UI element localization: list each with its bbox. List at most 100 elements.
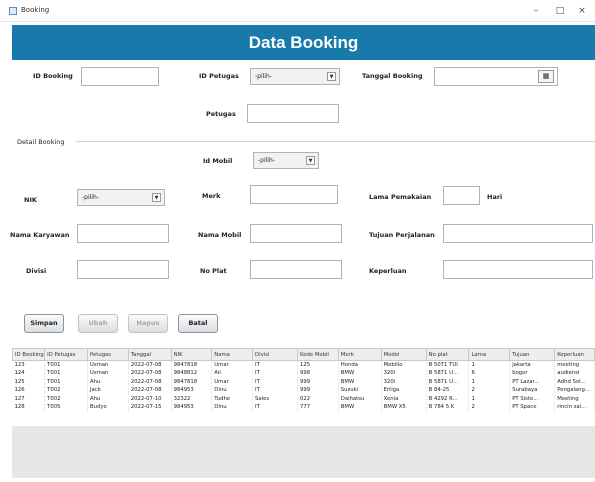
table-cell: Sales: [252, 394, 299, 403]
table-cell: Pengalang...: [554, 386, 595, 395]
table-cell: 2022-07-08: [128, 386, 172, 395]
table-cell: Tudhe: [211, 394, 254, 403]
tujuan-perjalanan-field[interactable]: [443, 224, 593, 243]
tujuan-perjalanan-label: Tujuan Perjalanan: [369, 231, 435, 239]
divisi-label: Divisi: [26, 267, 47, 275]
maximize-button[interactable]: □: [549, 4, 571, 18]
column-header[interactable]: Petugas: [87, 348, 129, 361]
table-cell: 9847818: [171, 360, 213, 369]
table-cell: T001: [44, 360, 88, 369]
column-header[interactable]: Merk: [337, 348, 382, 361]
table-cell: BMW: [338, 403, 382, 412]
table-row[interactable]: 125 T001 Ahu 2022-07-08 9847818 Umar IT 999 BMW 3…: [12, 377, 595, 386]
table-cell: Mobilio: [381, 360, 427, 369]
column-header[interactable]: Nama: [211, 348, 254, 361]
chevron-down-icon: ▼: [306, 156, 315, 165]
merk-field[interactable]: [250, 185, 338, 204]
column-header[interactable]: ID Booking: [12, 348, 46, 361]
table-cell: rincin sal...: [554, 403, 595, 412]
table-cell: Honda: [338, 360, 382, 369]
column-header[interactable]: Tanggal: [127, 348, 172, 361]
column-header[interactable]: Tujuan: [509, 348, 556, 361]
lama-pemakaian-label: Lama Pemakaian: [369, 193, 432, 201]
column-header[interactable]: Model: [380, 348, 427, 361]
table-cell: Umar: [211, 360, 254, 369]
chevron-down-icon: ▼: [152, 193, 161, 202]
column-header[interactable]: No plat: [425, 348, 470, 361]
id-petugas-label: ID Petugas: [199, 72, 239, 80]
table-cell: 6: [468, 369, 511, 378]
no-plat-field[interactable]: [250, 260, 342, 279]
id-petugas-value: -pilih-: [255, 73, 272, 80]
table-cell: Surabaya: [509, 386, 556, 395]
simpan-button[interactable]: Simpan: [24, 314, 64, 333]
table-cell: Ali: [211, 369, 254, 378]
column-header[interactable]: Kode Mobil: [297, 348, 339, 361]
table-cell: 125: [297, 360, 339, 369]
nama-mobil-field[interactable]: [250, 224, 342, 243]
table-cell: 124: [12, 369, 46, 378]
ubah-button[interactable]: Ubah: [78, 314, 118, 333]
chevron-down-icon: ▼: [327, 72, 336, 81]
table-empty-area: [12, 426, 595, 478]
table-cell: Dinu: [211, 386, 254, 395]
table-row[interactable]: 126 T002 Jack 2022-07-08 984953 Dinu IT 999 Suzu…: [12, 386, 595, 395]
table-cell: B 4292 R...: [426, 394, 470, 403]
tanggal-booking-field[interactable]: ▦: [434, 67, 558, 86]
id-mobil-select[interactable]: -pilih- ▼: [253, 152, 319, 169]
table-cell: 984953: [171, 403, 213, 412]
table-cell: BMW X5: [381, 403, 427, 412]
table-cell: Adhd Sol...: [554, 377, 595, 386]
divisi-field[interactable]: [77, 260, 169, 279]
table-row[interactable]: 123 T001 Usman 2022-07-08 9847818 Umar IT 125 Ho…: [12, 360, 595, 369]
table-cell: 127: [12, 394, 46, 403]
table-cell: PT Space: [509, 403, 556, 412]
column-header[interactable]: ID Petugas: [44, 348, 88, 361]
nama-karyawan-field[interactable]: [77, 224, 169, 243]
column-header[interactable]: Lama: [468, 348, 511, 361]
header-banner: Data Booking: [12, 25, 595, 60]
table-cell: 1: [468, 360, 511, 369]
table-cell: Budyo: [87, 403, 129, 412]
table-cell: Daihatsu: [338, 394, 382, 403]
batal-button[interactable]: Batal: [178, 314, 218, 333]
table-cell: 022: [297, 394, 339, 403]
petugas-label: Petugas: [206, 110, 236, 118]
table-row[interactable]: 128 T005 Budyo 2022-07-15 984953 Dinu IT 777 BMW…: [12, 403, 595, 412]
nama-karyawan-label: Nama Karyawan: [10, 231, 70, 239]
hapus-button[interactable]: Hapus: [128, 314, 168, 333]
detail-booking-divider: [76, 141, 595, 142]
app-icon: [9, 7, 17, 15]
table-cell: PT Lazar...: [509, 377, 556, 386]
calendar-icon[interactable]: ▦: [538, 70, 554, 83]
table-cell: 999: [297, 377, 339, 386]
keperluan-field[interactable]: [443, 260, 593, 279]
id-petugas-select[interactable]: -pilih- ▼: [250, 68, 340, 85]
id-booking-field[interactable]: [81, 67, 159, 86]
table-cell: PT Siste...: [509, 394, 556, 403]
lama-pemakaian-field[interactable]: [443, 186, 480, 205]
minimize-button[interactable]: –: [525, 4, 547, 18]
keperluan-label: Keperluan: [369, 267, 407, 275]
table-row[interactable]: 127 T002 Ahu 2022-07-10 32322 Tudhe Sales 022 Da…: [12, 394, 595, 403]
table-cell: 1: [468, 377, 511, 386]
column-header[interactable]: NIK: [170, 348, 213, 361]
table-cell: T001: [44, 369, 88, 378]
close-button[interactable]: ×: [571, 4, 593, 18]
table-row[interactable]: 124 T001 Usman 2022-07-08 9848812 Ali IT 998 BMW…: [12, 369, 595, 378]
table-cell: 320i: [381, 369, 427, 378]
nama-mobil-label: Nama Mobil: [198, 231, 242, 239]
column-header[interactable]: Divisi: [252, 348, 299, 361]
table-cell: Dinu: [211, 403, 254, 412]
petugas-field[interactable]: [247, 104, 339, 123]
column-header[interactable]: Keperluan: [554, 348, 595, 361]
table-cell: Ertiga: [381, 386, 427, 395]
table-cell: BMW: [338, 377, 382, 386]
table-cell: 9848812: [171, 369, 213, 378]
window-title: Booking: [21, 6, 50, 14]
table-cell: Ahu: [87, 377, 129, 386]
table-cell: 2022-07-15: [128, 403, 172, 412]
nik-select[interactable]: -pilih- ▼: [77, 189, 165, 206]
table-cell: Jack: [87, 386, 129, 395]
table-cell: 128: [12, 403, 46, 412]
